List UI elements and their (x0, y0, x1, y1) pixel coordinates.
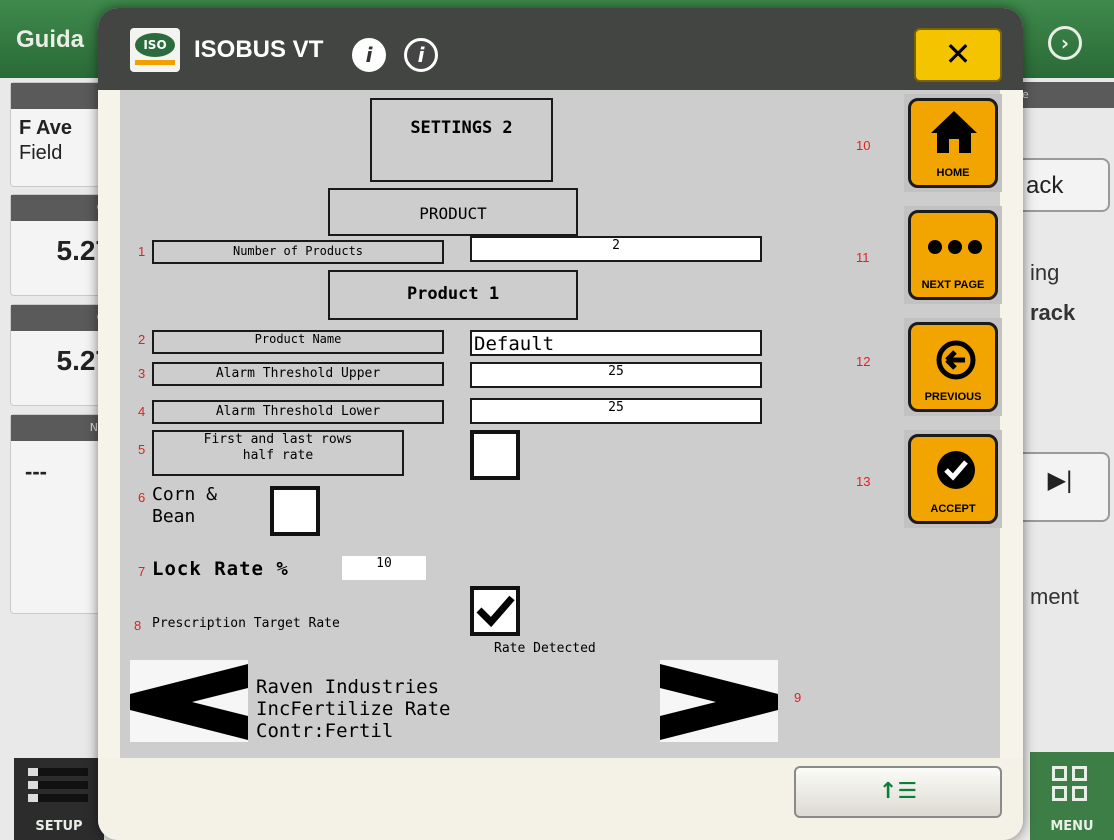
right-chevron-icon (660, 664, 778, 740)
alarm-lower-label: Alarm Threshold Lower (152, 400, 444, 424)
index-label-1: 1 (138, 244, 146, 259)
num-products-field[interactable]: 2 (470, 236, 762, 262)
half-rate-checkbox[interactable] (470, 430, 520, 480)
index-label-3: 3 (138, 366, 146, 381)
close-button[interactable]: ✕ (914, 28, 1002, 82)
product-name-label: Product Name (152, 330, 444, 354)
half-rate-label-line2: half rate (242, 448, 314, 463)
background-right-text-3: ment (1030, 584, 1079, 609)
index-label-8: 8 (134, 618, 142, 633)
menu-button[interactable]: MENU (1030, 752, 1114, 840)
right-panel-head: ce (1010, 82, 1114, 108)
page-title: SETTINGS 2 (370, 98, 553, 182)
nav-info-text: Raven Industries IncFertilize Rate Contr… (256, 676, 450, 742)
index-label-12: 12 (856, 354, 871, 369)
iso-badge-text: ISO (135, 33, 175, 57)
index-label-11: 11 (856, 250, 870, 265)
info-icon[interactable]: i (352, 38, 386, 72)
menu-label: MENU (1050, 819, 1094, 834)
index-label-5: 5 (138, 442, 146, 457)
next-page-label: NEXT PAGE (921, 279, 985, 291)
corn-bean-label-line1: Corn & (152, 484, 218, 505)
grid-icon (1052, 766, 1088, 802)
index-label-7: 7 (138, 564, 146, 579)
nav-next-button[interactable] (660, 660, 778, 742)
corn-bean-label: Corn & Bean (152, 484, 217, 528)
info-alt-icon[interactable]: i (404, 38, 438, 72)
index-label-4: 4 (138, 404, 146, 419)
product-name-field[interactable]: Default (470, 330, 762, 356)
lock-rate-label: Lock Rate % (152, 558, 289, 580)
background-title: Guida (16, 26, 85, 53)
skip-end-icon[interactable]: ▶| (1010, 452, 1110, 522)
corn-bean-checkbox[interactable] (270, 486, 320, 536)
alarm-upper-field[interactable]: 25 (470, 362, 762, 388)
check-icon (937, 451, 975, 489)
background-right-text-2: rack (1030, 300, 1076, 325)
nav-text-line3: Contr:Fertil (256, 720, 394, 742)
section-title: PRODUCT (328, 188, 578, 236)
alarm-lower-field[interactable]: 25 (470, 398, 762, 424)
product-heading: Product 1 (328, 270, 578, 320)
checkmark-icon (476, 595, 515, 628)
background-track-button[interactable]: ack (1010, 158, 1110, 212)
setup-label: SETUP (35, 819, 83, 834)
forward-arrow-icon[interactable]: › (1048, 26, 1082, 60)
accept-button[interactable]: ACCEPT (904, 430, 1002, 528)
previous-button[interactable]: PREVIOUS (904, 318, 1002, 416)
nav-text-line1: Raven Industries (256, 676, 440, 698)
nav-text-line2: IncFertilize Rate (256, 698, 451, 720)
half-rate-label: First and last rows half rate (152, 430, 404, 476)
setup-button[interactable]: SETUP (14, 758, 104, 840)
previous-label: PREVIOUS (924, 391, 982, 403)
half-rate-label-line1: First and last rows (203, 432, 353, 447)
background-right-column: ce ack ing rack ▶| ment (1010, 82, 1114, 662)
prescription-label: Prescription Target Rate (152, 616, 340, 631)
index-label-10: 10 (856, 138, 871, 153)
more-icon (928, 240, 982, 254)
dialog-header: ISO ISOBUS VT i i ✕ (98, 8, 1023, 90)
index-label-13: 13 (856, 474, 871, 489)
rate-detected-label: Rate Detected (494, 641, 596, 656)
next-page-button[interactable]: NEXT PAGE (904, 206, 1002, 304)
iso-logo-icon: ISO (130, 28, 180, 72)
alarm-upper-label: Alarm Threshold Upper (152, 362, 444, 386)
footer-list-button[interactable]: ↑☰ (794, 766, 1002, 818)
index-label-6: 6 (138, 490, 146, 505)
home-button[interactable]: HOME (904, 94, 1002, 192)
home-icon (931, 111, 977, 153)
num-products-label: Number of Products (152, 240, 444, 264)
corn-bean-label-line2: Bean (152, 506, 196, 527)
left-chevron-icon (130, 664, 248, 740)
back-arrow-icon (936, 340, 976, 380)
dialog-title: ISOBUS VT (194, 36, 324, 63)
background-right-text-1: ing (1030, 260, 1060, 285)
index-label-2: 2 (138, 332, 146, 347)
lock-rate-field[interactable]: 10 (342, 556, 426, 580)
nav-previous-button[interactable] (130, 660, 248, 742)
prescription-checkbox[interactable] (470, 586, 520, 636)
index-label-9: 9 (794, 690, 802, 705)
accept-label: ACCEPT (930, 503, 976, 515)
checklist-icon (28, 768, 88, 802)
home-label: HOME (936, 167, 970, 179)
